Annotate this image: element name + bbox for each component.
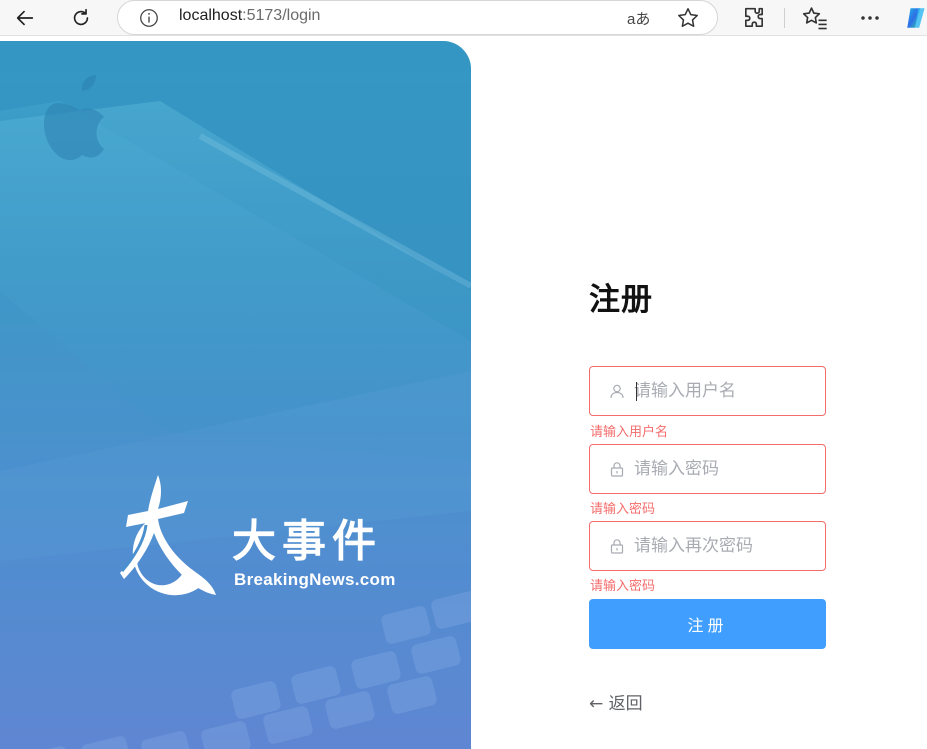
username-input[interactable] <box>634 368 819 414</box>
password-error: 请输入密码 <box>590 502 656 517</box>
url-text[interactable]: localhost:5173/login <box>179 7 320 25</box>
register-button[interactable]: 注册 <box>589 599 826 649</box>
lock-icon <box>610 539 624 554</box>
copilot-icon[interactable] <box>904 5 927 31</box>
browser-toolbar: localhost:5173/login aあ <box>0 0 927 36</box>
username-error: 请输入用户名 <box>590 425 669 440</box>
brand-name: 大事件 <box>232 516 382 567</box>
site-info-icon[interactable] <box>138 7 160 29</box>
more-options-icon[interactable] <box>856 4 884 32</box>
hero-background-image <box>0 41 471 749</box>
repassword-field[interactable] <box>589 521 826 571</box>
password-field[interactable] <box>589 444 826 494</box>
password-input[interactable] <box>634 446 819 492</box>
toolbar-divider <box>784 8 785 28</box>
repassword-input[interactable] <box>634 523 819 569</box>
read-aloud-icon[interactable]: aあ <box>627 8 650 29</box>
back-link[interactable]: ← 返回 <box>589 689 643 714</box>
user-icon <box>610 384 624 399</box>
star-icon[interactable] <box>675 5 701 31</box>
hero-banner: 大事件 BreakingNews.com <box>0 41 471 749</box>
browser-reload-button[interactable] <box>66 3 96 33</box>
lock-icon <box>610 462 624 477</box>
browser-back-button[interactable] <box>10 3 40 33</box>
page-title: 注册 <box>589 282 653 318</box>
brand-logo-block: 大事件 BreakingNews.com <box>100 475 420 605</box>
reload-icon <box>73 8 89 26</box>
extensions-icon[interactable] <box>740 4 768 32</box>
favorites-icon[interactable] <box>801 4 829 32</box>
brand-site: BreakingNews.com <box>234 570 396 589</box>
text-caret <box>636 382 637 401</box>
address-bar[interactable]: localhost:5173/login aあ <box>117 0 718 35</box>
brand-logo-icon <box>120 475 216 596</box>
arrow-left-icon <box>16 10 34 26</box>
username-field[interactable] <box>589 366 826 416</box>
repassword-error: 请输入密码 <box>590 579 656 594</box>
